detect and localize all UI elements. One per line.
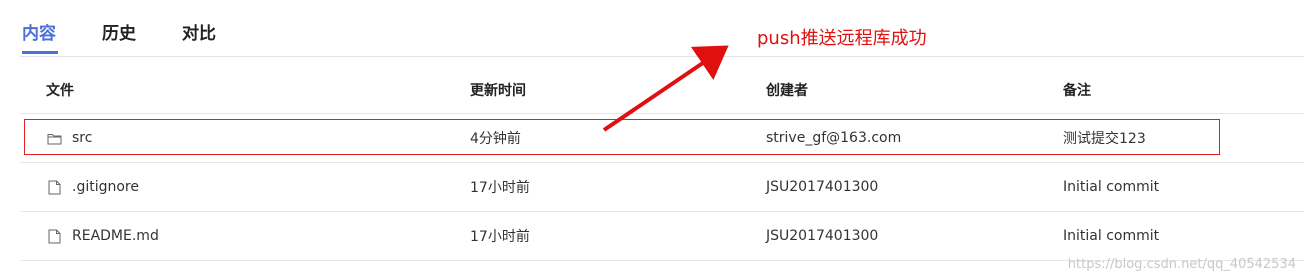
updated-time: 17小时前 [470, 180, 530, 196]
table-row[interactable]: README.md 17小时前 JSU2017401300 Initial co… [20, 212, 1304, 261]
file-icon [46, 228, 62, 244]
page: 内容 历史 对比 文件 更新时间 创建者 备注 src 4分钟前 strive_… [0, 0, 1304, 280]
file-icon [46, 179, 62, 195]
file-table: 文件 更新时间 创建者 备注 src 4分钟前 strive_gf@163.co… [20, 66, 1304, 261]
active-tab-indicator [22, 51, 58, 54]
watermark: https://blog.csdn.net/qq_40542534 [1067, 257, 1296, 272]
tab-content[interactable]: 内容 [22, 22, 56, 46]
header-note: 备注 [1063, 82, 1091, 99]
updated-time: 17小时前 [470, 229, 530, 245]
header-file: 文件 [46, 82, 74, 99]
file-name[interactable]: .gitignore [72, 179, 139, 195]
folder-icon [46, 130, 62, 146]
file-name[interactable]: src [72, 130, 92, 146]
commit-note[interactable]: 测试提交123 [1063, 114, 1146, 162]
tab-bar: 内容 历史 对比 [20, 0, 1304, 57]
header-updated-time: 更新时间 [470, 82, 526, 99]
tab-compare[interactable]: 对比 [182, 22, 216, 46]
commit-note[interactable]: Initial commit [1063, 163, 1159, 211]
author: JSU2017401300 [766, 179, 879, 195]
table-row[interactable]: src 4分钟前 strive_gf@163.com 测试提交123 [20, 114, 1304, 163]
table-header-row: 文件 更新时间 创建者 备注 [20, 66, 1304, 114]
table-row[interactable]: .gitignore 17小时前 JSU2017401300 Initial c… [20, 163, 1304, 212]
commit-note[interactable]: Initial commit [1063, 212, 1159, 260]
updated-time: 4分钟前 [470, 131, 521, 147]
author: JSU2017401300 [766, 228, 879, 244]
annotation-text: push推送远程库成功 [757, 28, 927, 49]
header-author: 创建者 [766, 82, 808, 99]
file-name[interactable]: README.md [72, 228, 159, 244]
author: strive_gf@163.com [766, 130, 902, 146]
tab-history[interactable]: 历史 [102, 22, 136, 46]
